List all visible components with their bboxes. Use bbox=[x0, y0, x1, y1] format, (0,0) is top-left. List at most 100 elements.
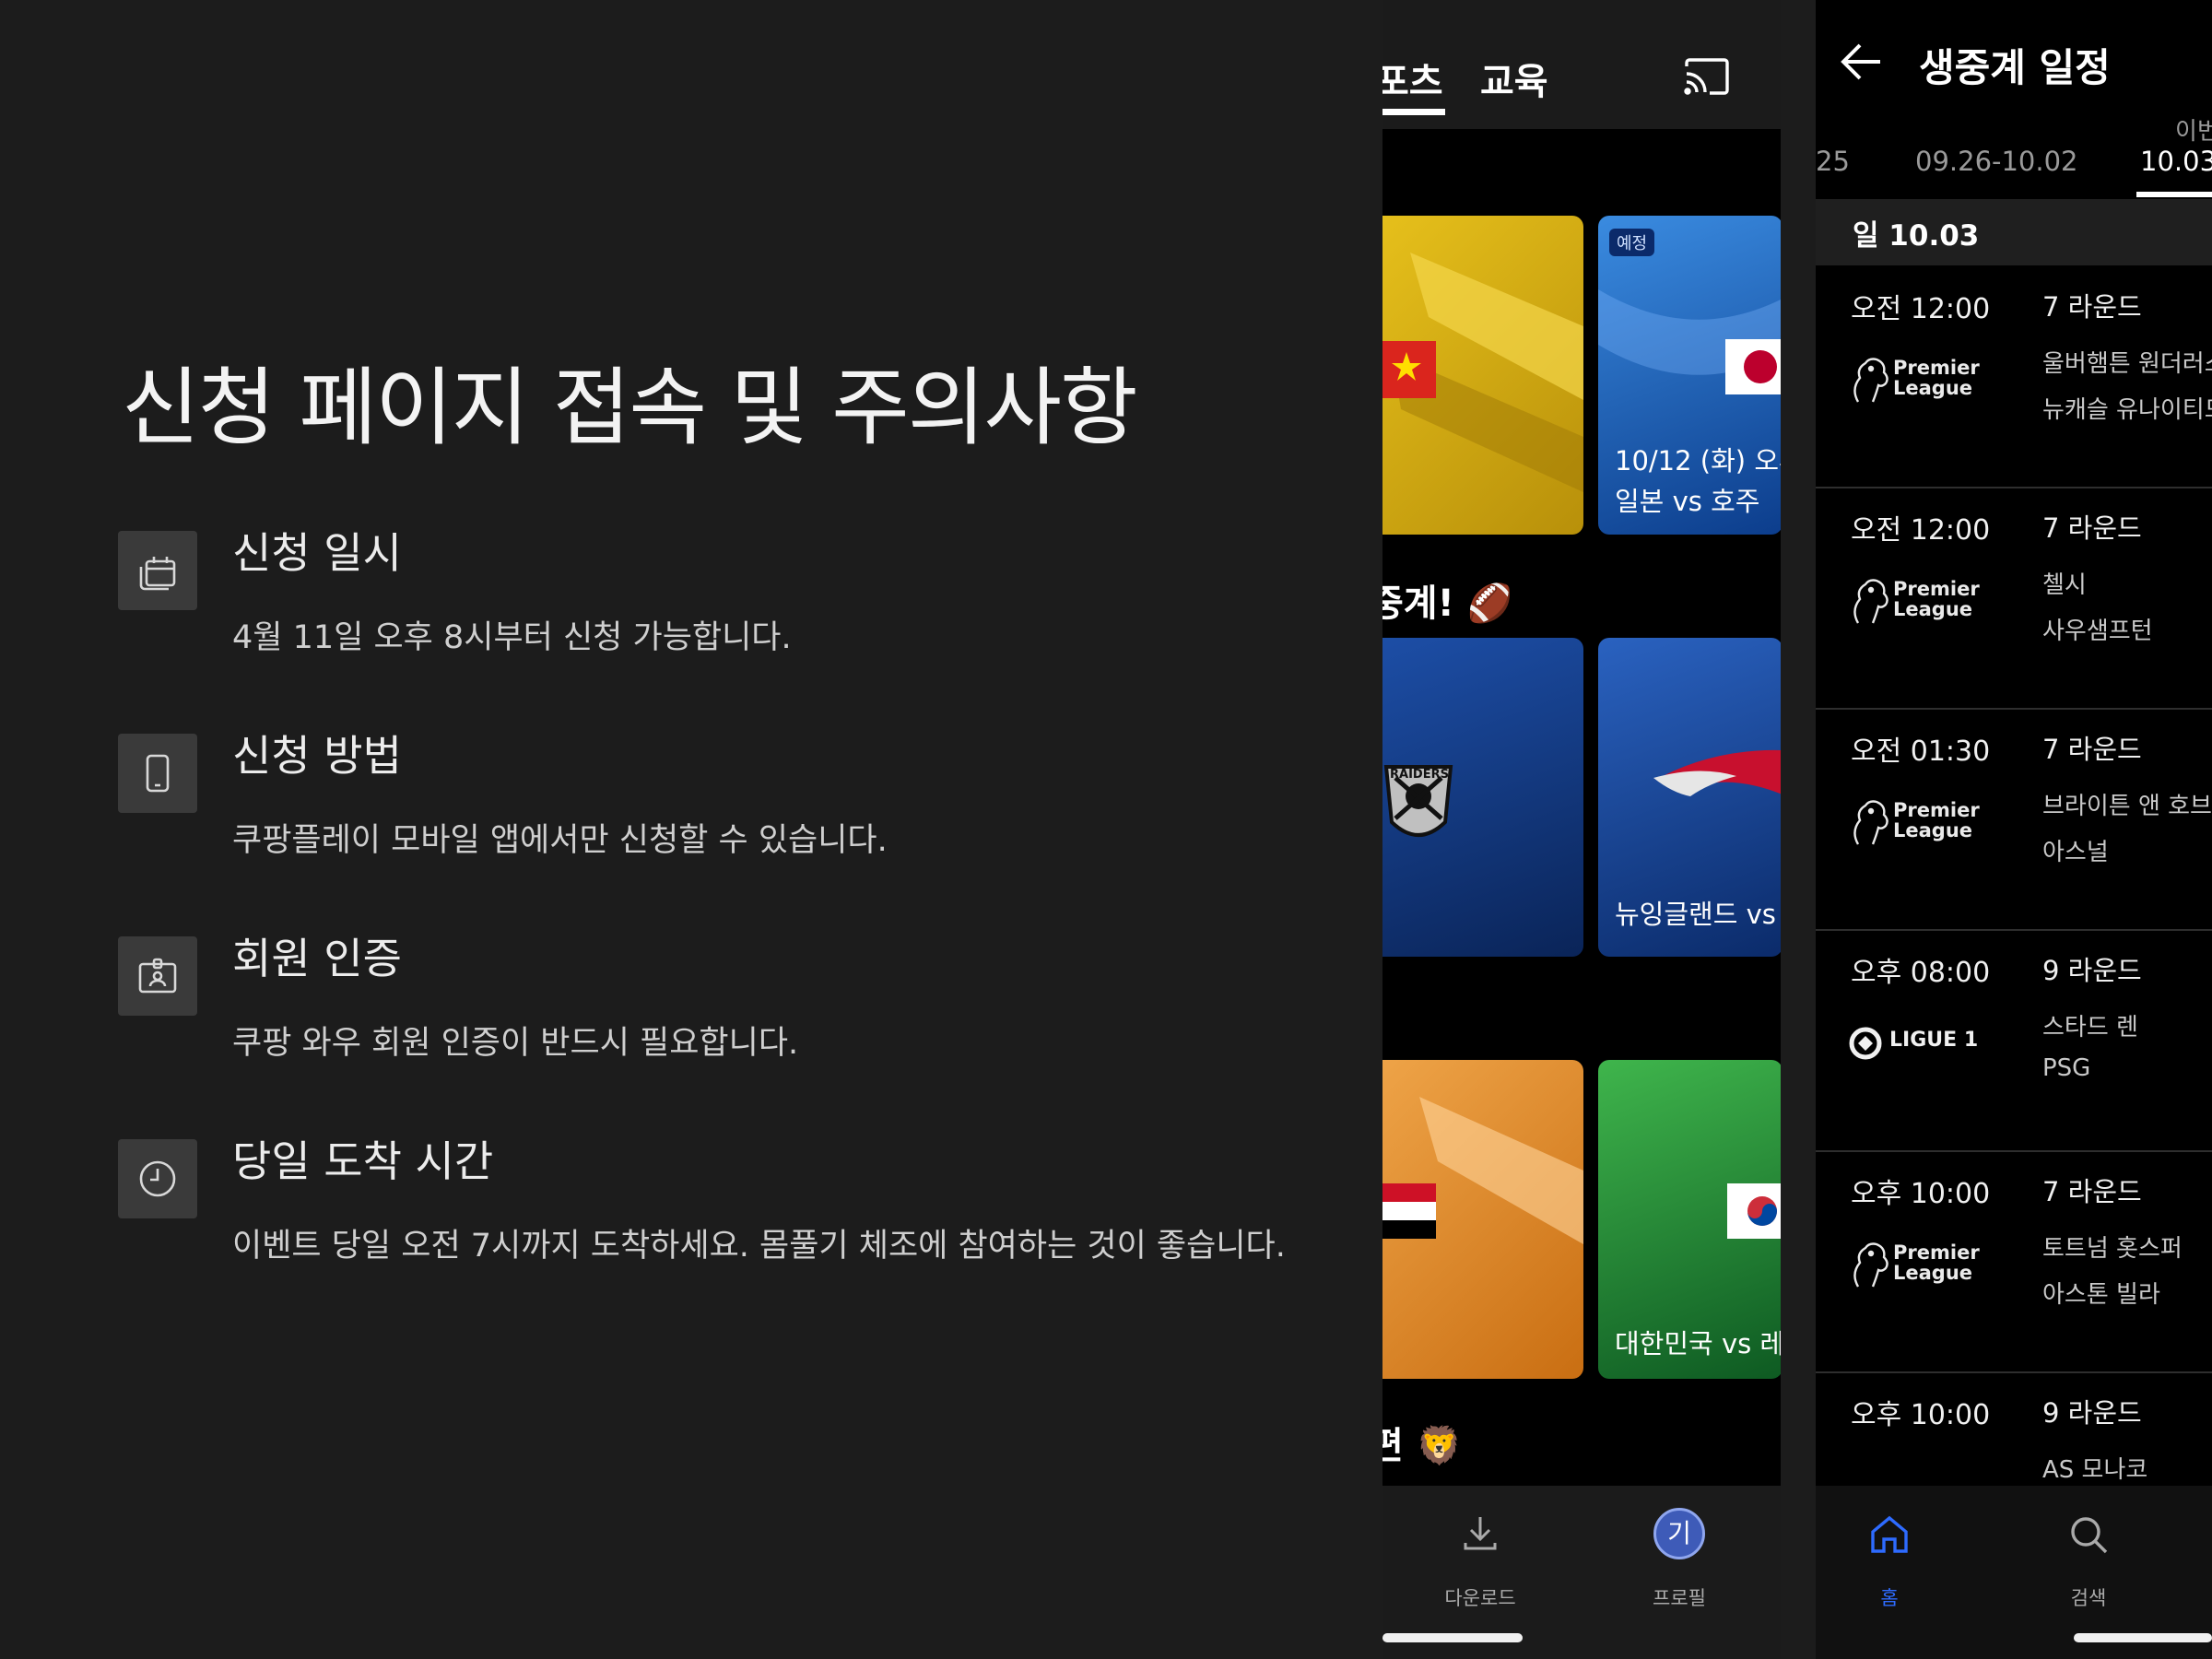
match-row[interactable]: 오전 01:30 7 라운드 브라이튼 앤 호브 아스널 Premier Leag… bbox=[1816, 710, 2212, 931]
calendar-stack-icon bbox=[118, 531, 197, 610]
match-away-team: 뉴캐슬 유나이티드 bbox=[2042, 396, 2212, 424]
lion-crest-icon bbox=[1853, 1242, 1888, 1288]
match-home-team: 스타드 렌 bbox=[2042, 1014, 2138, 1041]
info-description: 쿠팡플레이 모바일 앱에서만 신청할 수 있습니다. bbox=[232, 822, 888, 859]
match-row[interactable]: 오전 12:00 7 라운드 첼시 사우샘프턴 Premier League bbox=[1816, 488, 2212, 710]
raiders-text: RAIDERS bbox=[1390, 768, 1449, 782]
match-home-team: 브라이튼 앤 호브 bbox=[2042, 793, 2212, 820]
match-round: 7 라운드 bbox=[2042, 734, 2142, 765]
tab-sports[interactable]: 포츠 bbox=[1382, 52, 1443, 105]
avatar-initial: 기 bbox=[1667, 1518, 1691, 1548]
card-caption-title: 뉴잉글랜드 vs bbox=[1615, 899, 1776, 930]
match-round: 7 라운드 bbox=[2042, 291, 2142, 323]
info-title: 신청 페이지 접속 및 주의사항 bbox=[122, 359, 1138, 457]
card-caption-title: 일본 vs 호주 bbox=[1615, 486, 1760, 517]
content-card-vietnam[interactable] bbox=[1382, 216, 1583, 535]
week-tab-prefix: 이번 bbox=[2175, 118, 2212, 146]
match-round: 7 라운드 bbox=[2042, 512, 2142, 544]
match-away-team: 아스톤 빌라 bbox=[2042, 1281, 2160, 1309]
active-week-indicator bbox=[2136, 192, 2212, 197]
match-time: 오후 10:00 bbox=[1851, 1399, 1991, 1431]
premier-league-logo: Premier League bbox=[1849, 796, 1987, 852]
nav-label: 검색 bbox=[2070, 1587, 2107, 1609]
info-description: 쿠팡 와우 회원 인증이 반드시 필요합니다. bbox=[232, 1025, 799, 1062]
match-row[interactable]: 오전 12:00 7 라운드 울버햄튼 원더러스 뉴캐슬 유나이티드 Premi… bbox=[1816, 267, 2212, 488]
match-round: 9 라운드 bbox=[2042, 1397, 2142, 1429]
info-heading: 회원 인증 bbox=[232, 934, 402, 983]
day-label: 일 10.03 bbox=[1853, 219, 1980, 253]
clock-icon bbox=[118, 1139, 197, 1218]
section-title-lions: 편 🦁 bbox=[1382, 1425, 1463, 1467]
match-time: 오후 08:00 bbox=[1851, 957, 1991, 989]
match-round: 7 라운드 bbox=[2042, 1176, 2142, 1207]
nav-home[interactable]: 홈 bbox=[1834, 1512, 1945, 1609]
card-caption-date: 10/12 (화) 오후 bbox=[1615, 445, 1781, 477]
match-away-team: 아스널 bbox=[2042, 839, 2109, 866]
section-title-football: 중계! 🏈 bbox=[1382, 582, 1513, 625]
info-description: 이벤트 당일 오전 7시까지 도착하세요. 몸풀기 체조에 참여하는 것이 좋습… bbox=[232, 1228, 1286, 1265]
match-home-team: 토트넘 홋스퍼 bbox=[2042, 1235, 2183, 1263]
page-title: 생중계 일정 bbox=[1919, 45, 2111, 90]
info-heading: 신청 일시 bbox=[232, 528, 402, 578]
info-heading: 신청 방법 bbox=[232, 731, 402, 781]
mobile-phone-icon bbox=[118, 734, 197, 813]
day-header: 일 10.03 bbox=[1816, 199, 2212, 265]
home-indicator bbox=[1382, 1633, 1523, 1642]
phone-screen-live-schedule: 생중계 일정 25 09.26-10.02 이번 10.03 일 10.03 오… bbox=[1816, 0, 2212, 1659]
info-description: 4월 11일 오후 8시부터 신청 가능합니다. bbox=[232, 619, 792, 656]
match-row[interactable]: 오후 08:00 9 라운드 스타드 렌 PSG LIGUE 1 bbox=[1816, 931, 2212, 1152]
premier-league-logo: Premier League bbox=[1849, 354, 1987, 409]
match-row[interactable]: 오후 10:00 7 라운드 토트넘 홋스퍼 아스톤 빌라 Premier Lea… bbox=[1816, 1152, 2212, 1373]
content-card-raiders[interactable]: RAIDERS bbox=[1382, 638, 1583, 957]
match-home-team: AS 모나코 bbox=[2042, 1456, 2148, 1484]
lion-crest-icon bbox=[1853, 800, 1888, 845]
lion-crest-icon bbox=[1853, 579, 1888, 624]
nav-search[interactable]: 검색 bbox=[2033, 1512, 2144, 1609]
league-name: Premier League bbox=[1893, 578, 1980, 620]
match-away-team: PSG bbox=[2042, 1054, 2091, 1082]
match-home-team: 첼시 bbox=[2042, 571, 2087, 599]
card-artwork bbox=[1382, 1097, 1583, 1244]
active-tab-indicator bbox=[1382, 109, 1445, 115]
content-card-korea[interactable]: 대한민국 vs 레 bbox=[1598, 1060, 1781, 1379]
phone-screen-home: 포츠 교육 예정 10/12 (화) 오후 일본 vs 호주 중계! 🏈 bbox=[1382, 0, 1781, 1659]
match-round: 9 라운드 bbox=[2042, 955, 2142, 986]
content-card-japan[interactable]: 예정 10/12 (화) 오후 일본 vs 호주 bbox=[1598, 216, 1781, 535]
match-time: 오전 12:00 bbox=[1851, 293, 1991, 325]
lion-crest-icon bbox=[1853, 358, 1888, 403]
info-panel: 신청 페이지 접속 및 주의사항 신청 일시 4월 11일 오후 8시부터 신청… bbox=[0, 0, 1382, 1659]
nav-download[interactable]: 다운로드 bbox=[1425, 1512, 1535, 1609]
league-name: Premier League bbox=[1893, 799, 1980, 841]
week-tab-prev[interactable]: 25 bbox=[1816, 146, 1850, 177]
id-badge-icon bbox=[118, 936, 197, 1016]
raiders-logo-icon: RAIDERS bbox=[1383, 765, 1453, 837]
match-time: 오전 12:00 bbox=[1851, 514, 1991, 547]
week-tab[interactable]: 09.26-10.02 bbox=[1915, 146, 2078, 177]
premier-league-logo: Premier League bbox=[1849, 1239, 1987, 1294]
match-time: 오후 10:00 bbox=[1851, 1178, 1991, 1210]
match-away-team: 사우샘프턴 bbox=[2042, 618, 2153, 645]
content-card-syria[interactable] bbox=[1382, 1060, 1583, 1379]
info-heading: 당일 도착 시간 bbox=[232, 1136, 494, 1186]
cast-icon[interactable] bbox=[1683, 57, 1731, 96]
profile-avatar-icon: 기 bbox=[1653, 1508, 1705, 1559]
card-caption-title: 대한민국 vs 레 bbox=[1615, 1328, 1781, 1359]
top-tab-bar: 포츠 교육 bbox=[1382, 0, 1781, 129]
tab-education[interactable]: 교육 bbox=[1480, 52, 1548, 105]
league-name: LIGUE 1 bbox=[1889, 1029, 1979, 1052]
card-artwork bbox=[1382, 253, 1583, 492]
content-card-patriots[interactable]: 뉴잉글랜드 vs bbox=[1598, 638, 1781, 957]
home-indicator bbox=[2074, 1633, 2212, 1642]
match-time: 오전 01:30 bbox=[1851, 735, 1991, 768]
league-name: Premier League bbox=[1893, 357, 1980, 399]
nav-profile[interactable]: 기 프로필 bbox=[1624, 1508, 1735, 1609]
premier-league-logo: Premier League bbox=[1849, 575, 1987, 630]
league-name: Premier League bbox=[1893, 1241, 1980, 1284]
nav-label: 홈 bbox=[1880, 1587, 1899, 1609]
back-arrow-icon[interactable] bbox=[1838, 41, 1886, 83]
match-home-team: 울버햄튼 원더러스 bbox=[2042, 350, 2212, 378]
nav-label: 다운로드 bbox=[1444, 1587, 1516, 1609]
home-icon bbox=[1871, 1515, 1908, 1553]
nav-label: 프로필 bbox=[1653, 1587, 1706, 1609]
week-tab-current[interactable]: 10.03 bbox=[2140, 146, 2212, 177]
